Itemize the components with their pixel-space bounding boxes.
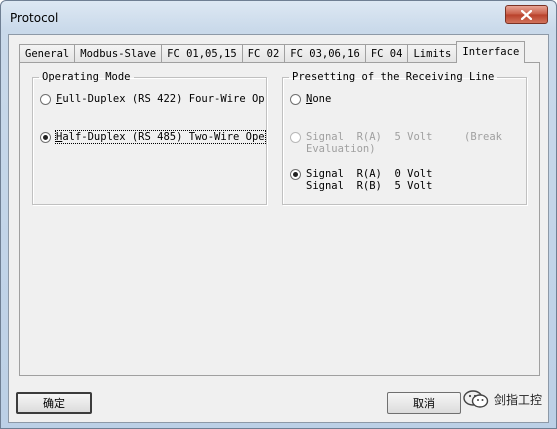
tab-modbus-slave[interactable]: Modbus-Slave — [74, 44, 163, 63]
radio-indicator — [40, 132, 51, 143]
protocol-dialog: Protocol General Modbus-Slave FC 01,05,1… — [0, 0, 557, 429]
wechat-icon — [463, 390, 489, 408]
tab-fc-04[interactable]: FC 04 — [364, 44, 409, 63]
operating-mode-group: Operating Mode Full-Duplex (RS 422) Four… — [32, 71, 267, 205]
receiving-line-group: Presetting of the Receiving Line None Si… — [282, 71, 527, 205]
tab-interface[interactable]: Interface — [456, 41, 526, 63]
tab-strip: General Modbus-Slave FC 01,05,15 FC 02 F… — [19, 41, 526, 63]
signal-5v-break-radio[interactable]: Signal R(A) 5 Volt (Break Evaluation) — [290, 131, 502, 155]
ok-button[interactable]: 确定 — [16, 392, 92, 414]
title-bar: Protocol — [1, 1, 556, 35]
operating-mode-legend: Operating Mode — [42, 71, 131, 83]
tab-limits[interactable]: Limits — [407, 44, 458, 63]
dialog-client: General Modbus-Slave FC 01,05,15 FC 02 F… — [8, 34, 549, 423]
radio-indicator — [290, 169, 301, 180]
radio-indicator — [290, 94, 301, 105]
cancel-button[interactable]: 取消 — [387, 392, 461, 414]
close-icon — [521, 9, 532, 20]
full-duplex-label: Full-Duplex (RS 422) Four-Wire Op — [56, 93, 265, 105]
signal-0v-radio[interactable]: Signal R(A) 0 Volt Signal R(B) 5 Volt — [290, 168, 432, 192]
tab-general[interactable]: General — [19, 44, 76, 63]
radio-indicator — [40, 94, 51, 105]
interface-tab-panel: Operating Mode Full-Duplex (RS 422) Four… — [19, 62, 540, 376]
window-title: Protocol — [10, 11, 59, 25]
tab-fc-02[interactable]: FC 02 — [241, 44, 286, 63]
watermark: 剑指工控 — [463, 389, 542, 409]
signal-5v-label: Signal R(A) 5 Volt (Break Evaluation) — [306, 131, 502, 155]
none-radio[interactable]: None — [290, 93, 331, 105]
tab-fc-01-05-15[interactable]: FC 01,05,15 — [161, 44, 243, 63]
close-button[interactable] — [505, 5, 548, 24]
radio-indicator — [290, 132, 301, 143]
none-label: None — [306, 93, 332, 105]
tab-fc-03-06-16[interactable]: FC 03,06,16 — [284, 44, 366, 63]
half-duplex-label: Half-Duplex (RS 485) Two-Wire Ope — [55, 130, 266, 144]
full-duplex-radio[interactable]: Full-Duplex (RS 422) Four-Wire Op — [40, 93, 265, 105]
watermark-text: 剑指工控 — [493, 392, 542, 407]
signal-0v-label: Signal R(A) 0 Volt Signal R(B) 5 Volt — [306, 168, 433, 192]
receiving-line-legend: Presetting of the Receiving Line — [292, 71, 495, 83]
half-duplex-radio[interactable]: Half-Duplex (RS 485) Two-Wire Ope — [40, 130, 266, 144]
